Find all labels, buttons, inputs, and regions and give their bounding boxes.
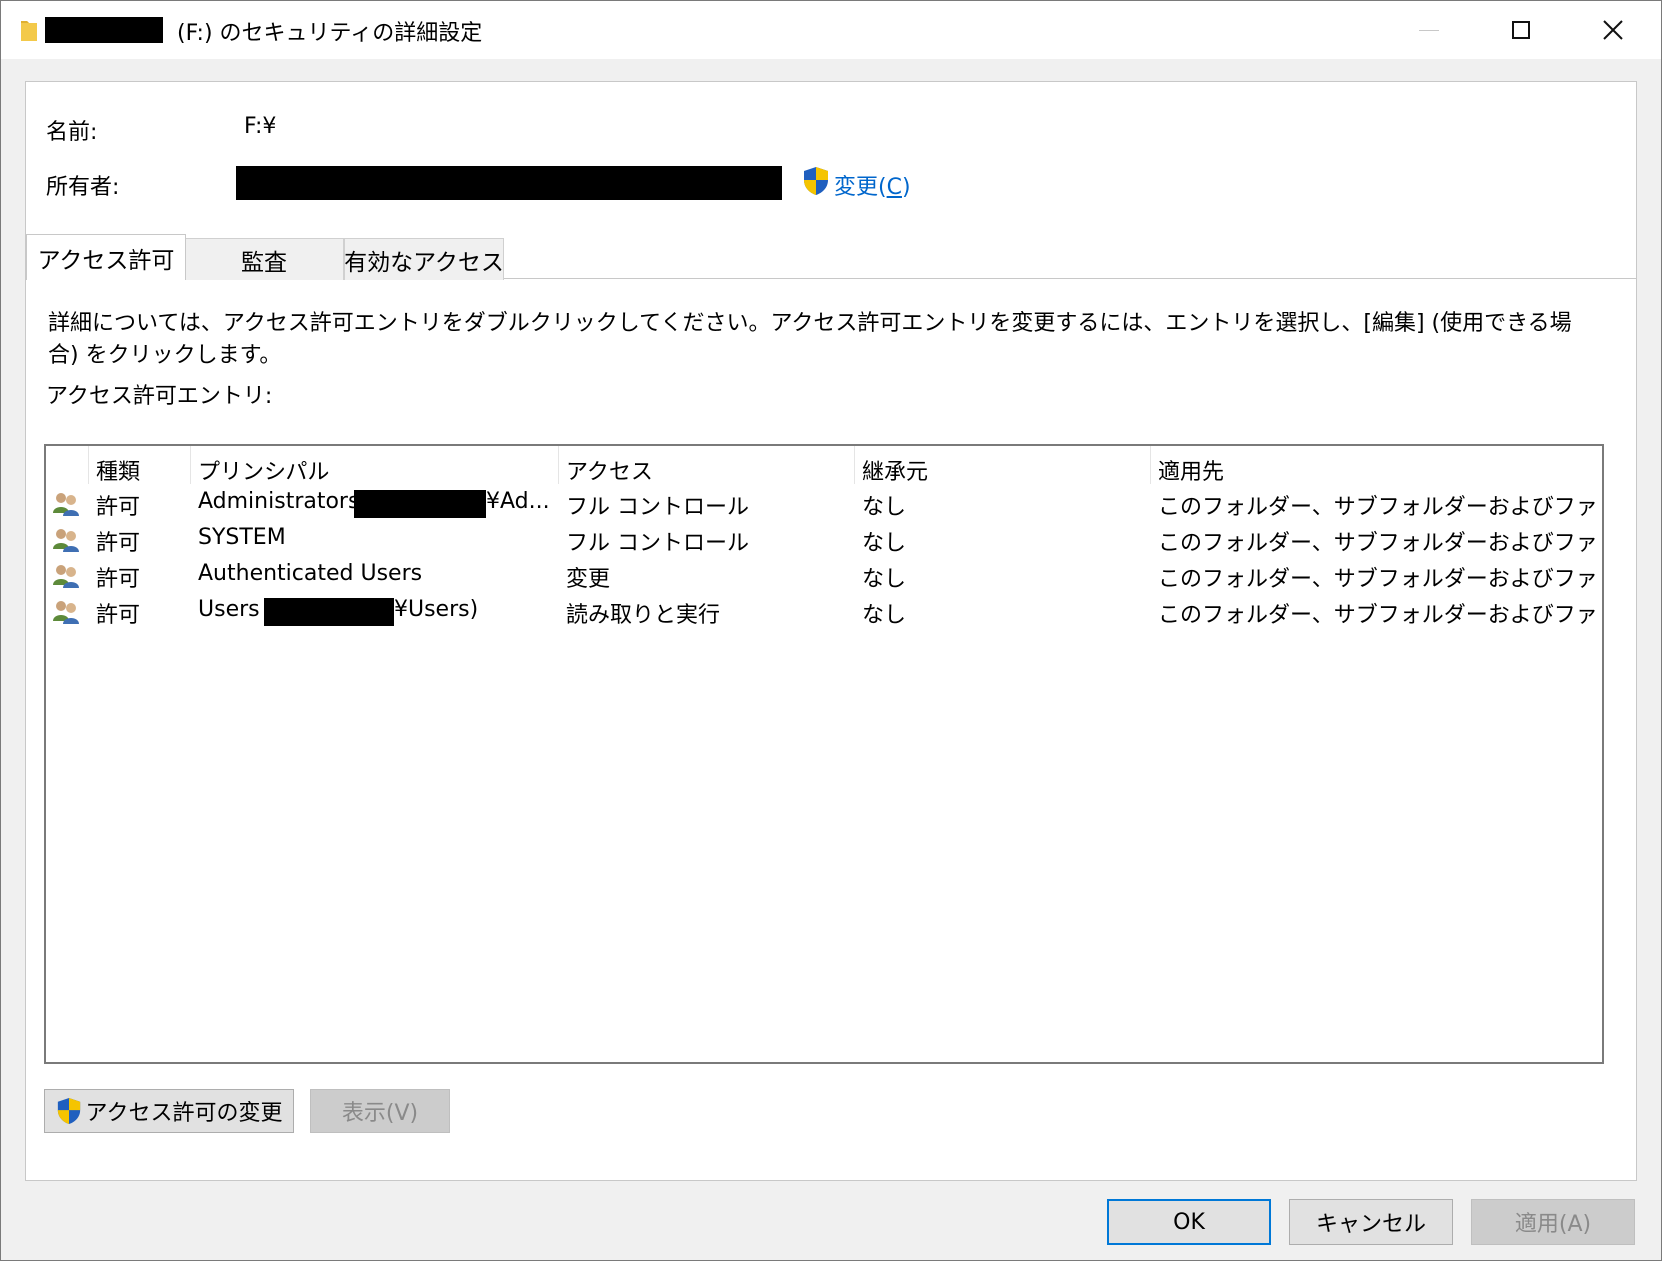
name-label: 名前: (46, 120, 98, 145)
users-icon (53, 565, 79, 588)
redacted-principal (354, 490, 486, 518)
cell-type: 許可 (96, 567, 141, 592)
cell-principal: Administrators ( (198, 489, 376, 514)
cell-type: 許可 (96, 495, 141, 520)
name-value: F:¥ (244, 114, 277, 139)
cell-applies-to: このフォルダー、サブフォルダーおよびファイ... (1158, 567, 1598, 592)
owner-change-text: 変更( (834, 175, 887, 200)
cell-access: 変更 (566, 567, 611, 592)
column-separator (558, 446, 559, 484)
cell-type: 許可 (96, 603, 141, 628)
cell-principal: SYSTEM (198, 525, 286, 550)
description-text: 詳細については、アクセス許可エントリをダブルクリックしてください。アクセス許可エ… (48, 311, 1572, 368)
cell-inherited: なし (862, 567, 907, 592)
column-header-type[interactable]: 種類 (96, 454, 140, 486)
table-row[interactable]: 許可 Authenticated Users 変更 なし このフォルダー、サブフ… (46, 558, 1602, 594)
minimize-button[interactable] (1383, 1, 1475, 59)
column-separator (190, 446, 191, 484)
table-row[interactable]: 許可 Administrators ( ¥Ad... フル コントロール なし … (46, 486, 1602, 522)
cell-principal-suffix: ¥Users) (394, 597, 479, 622)
security-settings-window: (F:) のセキュリティの詳細設定 名前: F:¥ 所有者: 変更(C) 監査 … (0, 0, 1662, 1261)
redacted-owner (236, 166, 782, 200)
owner-change-close: ) (901, 175, 911, 200)
cell-principal-suffix: ¥Ad... (486, 489, 550, 514)
cell-inherited: なし (862, 495, 907, 520)
entries-label: アクセス許可エントリ: (46, 384, 273, 409)
cell-access: フル コントロール (566, 495, 749, 520)
uac-shield-icon (804, 167, 828, 195)
column-header-applies-to[interactable]: 適用先 (1158, 454, 1224, 486)
users-icon (53, 601, 79, 624)
cell-inherited: なし (862, 531, 907, 556)
column-separator (854, 446, 855, 484)
close-button[interactable] (1567, 1, 1659, 59)
column-header-principal[interactable]: プリンシパル (198, 454, 329, 486)
cell-type: 許可 (96, 531, 141, 556)
table-row[interactable]: 許可 Users ( ¥Users) 読み取りと実行 なし このフォルダー、サブ… (46, 594, 1602, 630)
main-panel: 名前: F:¥ 所有者: 変更(C) 監査 有効なアクセス アクセス許可 詳細に… (25, 81, 1637, 1181)
window-title: (F:) のセキュリティの詳細設定 (177, 21, 483, 46)
maximize-icon (1512, 21, 1530, 39)
redacted-principal (264, 598, 394, 626)
cell-inherited: なし (862, 603, 907, 628)
owner-change-link[interactable]: 変更(C) (834, 169, 911, 201)
close-icon (1603, 20, 1623, 40)
folder-icon (21, 21, 37, 41)
column-separator (1150, 446, 1151, 484)
owner-label: 所有者: (46, 175, 120, 200)
cancel-button[interactable]: キャンセル (1289, 1199, 1453, 1245)
maximize-button[interactable] (1475, 1, 1567, 59)
cell-access: フル コントロール (566, 531, 749, 556)
users-icon (53, 529, 79, 552)
column-separator (88, 446, 89, 484)
tab-audit[interactable]: 監査 (184, 238, 344, 280)
permission-entries-list[interactable]: 種類 プリンシパル アクセス 継承元 適用先 許可 Administrators… (44, 444, 1604, 1064)
change-permissions-label: アクセス許可の変更 (85, 1101, 283, 1126)
cell-access: 読み取りと実行 (566, 603, 721, 628)
view-button[interactable]: 表示(V) (310, 1089, 450, 1133)
cell-applies-to: このフォルダー、サブフォルダーおよびファイ... (1158, 495, 1598, 520)
cell-principal: Authenticated Users (198, 561, 423, 586)
redacted-drive-name (45, 17, 163, 43)
column-header-inherited[interactable]: 継承元 (862, 454, 928, 486)
tab-effective-access[interactable]: 有効なアクセス (344, 238, 504, 280)
owner-change-accel: C (886, 175, 902, 200)
uac-shield-icon (57, 1098, 80, 1124)
list-header: 種類 プリンシパル アクセス 継承元 適用先 (46, 446, 1602, 486)
apply-button[interactable]: 適用(A) (1471, 1199, 1635, 1245)
minimize-icon (1419, 29, 1439, 31)
cell-applies-to: このフォルダー、サブフォルダーおよびファイ... (1158, 531, 1598, 556)
tab-permissions[interactable]: アクセス許可 (26, 234, 186, 280)
change-permissions-button[interactable]: アクセス許可の変更 (44, 1089, 294, 1133)
table-row[interactable]: 許可 SYSTEM フル コントロール なし このフォルダー、サブフォルダーおよ… (46, 522, 1602, 558)
title-bar: (F:) のセキュリティの詳細設定 (1, 1, 1661, 59)
users-icon (53, 493, 79, 516)
cell-applies-to: このフォルダー、サブフォルダーおよびファイ... (1158, 603, 1598, 628)
ok-button[interactable]: OK (1107, 1199, 1271, 1245)
column-header-access[interactable]: アクセス (566, 454, 653, 486)
